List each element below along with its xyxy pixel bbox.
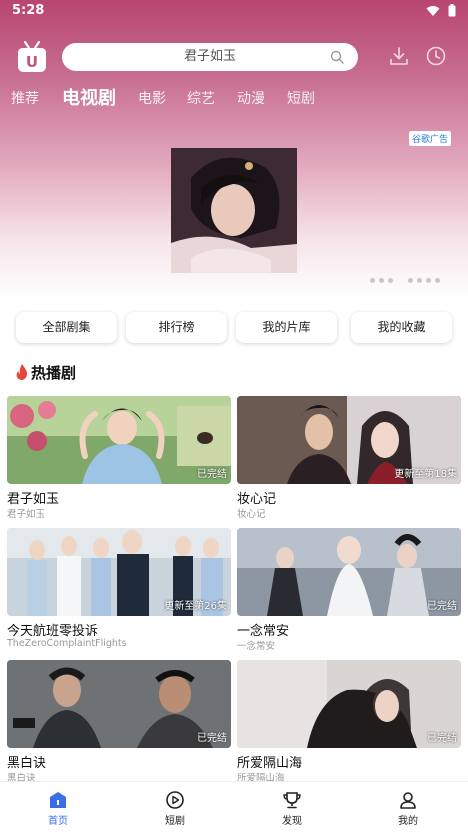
- search-icon[interactable]: [330, 50, 344, 64]
- carousel-dot[interactable]: [417, 278, 422, 283]
- card-subtitle: 妆心记: [237, 509, 266, 520]
- play-circle-icon: [166, 791, 184, 809]
- tab-variety[interactable]: 综艺: [187, 88, 215, 108]
- category-tabs: 推荐 电视剧 电影 综艺 动漫 短剧: [0, 82, 468, 112]
- home-icon: [50, 792, 66, 808]
- svg-text:U: U: [26, 53, 38, 71]
- carousel-dots-right: [408, 278, 440, 283]
- status-bar: 5:28: [0, 0, 468, 24]
- app-logo-icon[interactable]: U: [14, 40, 50, 74]
- section-header: 热播剧: [16, 361, 76, 383]
- card-thumbnail[interactable]: 更新至第18集: [237, 396, 461, 484]
- tab-anime[interactable]: 动漫: [237, 88, 265, 108]
- search-placeholder: 君子如玉: [183, 49, 236, 64]
- carousel-dot[interactable]: [408, 278, 413, 283]
- fire-icon: [16, 364, 28, 380]
- profile-icon: [400, 792, 416, 809]
- download-icon[interactable]: [388, 45, 410, 67]
- nav-label: 首页: [48, 816, 68, 827]
- quick-link-all-series[interactable]: 全部剧集: [16, 312, 117, 343]
- nav-short-drama[interactable]: 短剧: [145, 790, 205, 827]
- tab-recommend[interactable]: 推荐: [11, 88, 39, 108]
- card-thumbnail[interactable]: 已完结: [237, 528, 461, 616]
- carousel-dot[interactable]: [388, 278, 393, 283]
- status-icons: [426, 4, 456, 17]
- wifi-icon: [426, 5, 440, 16]
- tab-short-drama[interactable]: 短剧: [287, 88, 315, 108]
- banner-image[interactable]: [171, 148, 297, 273]
- carousel-dots-left: [370, 278, 393, 283]
- card-thumbnail[interactable]: 已完结: [7, 660, 231, 748]
- card-subtitle: 一念常安: [237, 641, 276, 652]
- card-title: 妆心记: [237, 492, 277, 507]
- status-time: 5:28: [12, 3, 45, 18]
- episode-status: 已完结: [427, 601, 457, 612]
- episode-status: 已完结: [197, 469, 227, 480]
- episode-status: 更新至第18集: [394, 469, 457, 480]
- tab-movies[interactable]: 电影: [138, 88, 166, 108]
- card-thumbnail[interactable]: 已完结: [237, 660, 461, 748]
- nav-label: 发现: [282, 816, 302, 827]
- ad-tag[interactable]: 谷歌广告: [409, 131, 452, 146]
- trophy-icon: [283, 792, 301, 809]
- bottom-navigation: 首页 短剧 发现 我的: [0, 781, 468, 833]
- section-title: 热播剧: [31, 363, 77, 382]
- carousel-dot[interactable]: [435, 278, 440, 283]
- tab-tv-series[interactable]: 电视剧: [62, 84, 116, 110]
- nav-label: 短剧: [165, 816, 185, 827]
- history-icon[interactable]: [425, 45, 447, 67]
- card-title: 所爱隔山海: [237, 756, 303, 771]
- card-thumbnail[interactable]: 更新至第26集: [7, 528, 231, 616]
- nav-home[interactable]: 首页: [28, 790, 88, 827]
- card-title: 黑白诀: [7, 756, 47, 771]
- episode-status: 更新至第26集: [164, 601, 227, 612]
- card-title: 今天航班零投诉: [7, 624, 99, 639]
- card-title: 君子如玉: [7, 492, 60, 507]
- nav-profile[interactable]: 我的: [378, 790, 438, 827]
- card-subtitle: TheZeroComplaintFlights: [7, 638, 127, 649]
- carousel-dot[interactable]: [379, 278, 384, 283]
- carousel-dot[interactable]: [426, 278, 431, 283]
- carousel-dot[interactable]: [370, 278, 375, 283]
- search-input[interactable]: 君子如玉: [62, 43, 358, 71]
- card-subtitle: 君子如玉: [7, 509, 46, 520]
- quick-link-favorites[interactable]: 我的收藏: [351, 312, 452, 343]
- nav-discover[interactable]: 发现: [262, 790, 322, 827]
- card-thumbnail[interactable]: 已完结: [7, 396, 231, 484]
- card-title: 一念常安: [237, 624, 290, 639]
- nav-label: 我的: [398, 816, 418, 827]
- quick-link-my-library[interactable]: 我的片库: [236, 312, 337, 343]
- episode-status: 已完结: [197, 733, 227, 744]
- episode-status: 已完结: [427, 733, 457, 744]
- battery-icon: [448, 4, 456, 17]
- quick-link-rankings[interactable]: 排行榜: [126, 312, 227, 343]
